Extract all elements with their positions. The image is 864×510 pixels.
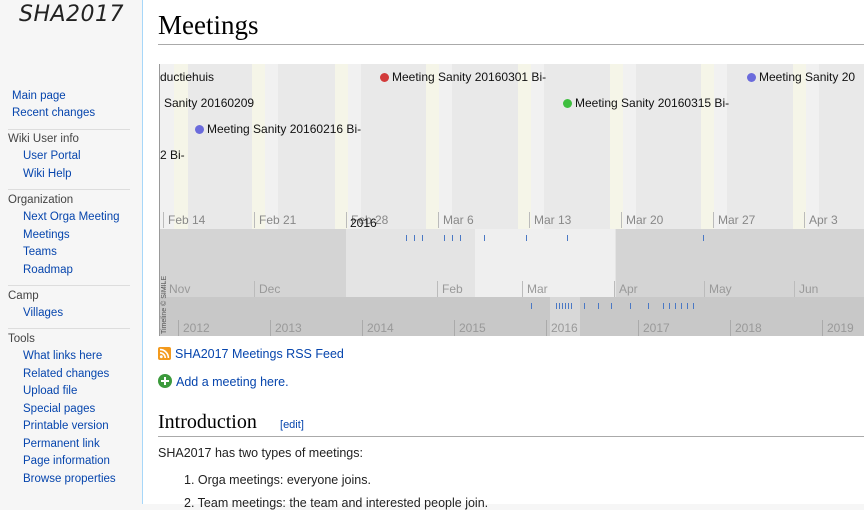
timeline-event[interactable]: 2 Bi- bbox=[160, 148, 185, 162]
add-icon bbox=[158, 374, 172, 388]
timeline-day-tick: Feb 14 bbox=[163, 212, 205, 228]
timeline-year-tick: 2015 bbox=[454, 320, 486, 336]
sidebar: SHA2017 Main page Recent changes Wiki Us… bbox=[0, 0, 142, 504]
site-logo[interactable]: SHA2017 bbox=[19, 2, 124, 27]
timeline-event[interactable]: Meeting Sanity 20 bbox=[747, 70, 855, 84]
blue-dot-icon bbox=[747, 73, 756, 82]
section-heading-wiki-user-info: Wiki User info bbox=[8, 133, 79, 145]
section-heading-camp: Camp bbox=[8, 290, 39, 302]
timeline-event[interactable]: Sanity 20160209 bbox=[164, 96, 254, 110]
nav-villages[interactable]: Villages bbox=[23, 307, 63, 319]
timeline-month-tick: Apr bbox=[614, 281, 638, 297]
nav-user-portal[interactable]: User Portal bbox=[23, 150, 81, 162]
main-content: Meetings ductiehuis Meeting Sanity 20160… bbox=[142, 0, 864, 510]
timeline-year-tick: 2017 bbox=[638, 320, 670, 336]
edit-section-link[interactable]: [edit] bbox=[280, 419, 304, 431]
nav-page-information[interactable]: Page information bbox=[23, 455, 110, 467]
nav-related-changes[interactable]: Related changes bbox=[23, 368, 109, 380]
timeline-year-tick: 2014 bbox=[362, 320, 394, 336]
section-underline bbox=[158, 436, 864, 437]
page-title: Meetings bbox=[158, 10, 259, 40]
nav-recent-changes[interactable]: Recent changes bbox=[12, 107, 95, 119]
section-heading-tools: Tools bbox=[8, 333, 35, 345]
timeline-month-tick: May bbox=[704, 281, 732, 297]
timeline-day-band[interactable]: ductiehuis Meeting Sanity 20160301 Bi- M… bbox=[160, 64, 864, 229]
list-item: 2. Team meetings: the team and intereste… bbox=[184, 496, 489, 510]
timeline-event[interactable]: Meeting Sanity 20160301 Bi- bbox=[380, 70, 546, 84]
timeline-year-tick: 2016 bbox=[546, 320, 578, 336]
timeline-year-band[interactable]: 2012 2013 2014 2015 2016 2017 2018 2019 bbox=[160, 297, 864, 336]
timeline-month-tick: Mar bbox=[522, 281, 548, 297]
add-meeting-link[interactable]: Add a meeting here. bbox=[158, 374, 289, 389]
timeline-day-tick: Mar 20 bbox=[621, 212, 663, 228]
timeline-year-tick: 2012 bbox=[178, 320, 210, 336]
timeline-widget[interactable]: ductiehuis Meeting Sanity 20160301 Bi- M… bbox=[159, 64, 864, 336]
timeline-month-tick: Jun bbox=[794, 281, 818, 297]
rss-icon bbox=[158, 347, 171, 360]
intro-text: SHA2017 has two types of meetings: bbox=[158, 446, 363, 460]
nav-meetings[interactable]: Meetings bbox=[23, 229, 70, 241]
sidebar-divider bbox=[8, 189, 130, 190]
sidebar-divider bbox=[8, 285, 130, 286]
sidebar-divider bbox=[8, 328, 130, 329]
timeline-event[interactable]: Meeting Sanity 20160315 Bi- bbox=[563, 96, 729, 110]
nav-roadmap[interactable]: Roadmap bbox=[23, 264, 73, 276]
timeline-event[interactable]: ductiehuis bbox=[160, 70, 214, 84]
timeline-year-tick: 2019 bbox=[822, 320, 854, 336]
timeline-day-tick: Mar 13 bbox=[529, 212, 571, 228]
red-dot-icon bbox=[380, 73, 389, 82]
nav-upload-file[interactable]: Upload file bbox=[23, 385, 77, 397]
nav-permanent-link[interactable]: Permanent link bbox=[23, 438, 100, 450]
timeline-event[interactable]: Meeting Sanity 20160216 Bi- bbox=[195, 122, 361, 136]
timeline-day-tick: Apr 3 bbox=[804, 212, 838, 228]
timeline-credit[interactable]: Timeline © SIMILE bbox=[161, 276, 168, 334]
nav-browse-properties[interactable]: Browse properties bbox=[23, 473, 116, 485]
blue-dot-icon bbox=[195, 125, 204, 134]
timeline-day-tick: Mar 6 bbox=[438, 212, 474, 228]
sidebar-divider bbox=[8, 129, 130, 130]
nav-wiki-help[interactable]: Wiki Help bbox=[23, 168, 72, 180]
nav-main-page[interactable]: Main page bbox=[12, 90, 66, 102]
timeline-month-band[interactable]: Nov Dec 2016 Feb Mar Apr May Jun bbox=[160, 216, 864, 297]
nav-teams[interactable]: Teams bbox=[23, 246, 57, 258]
nav-printable-version[interactable]: Printable version bbox=[23, 420, 109, 432]
green-dot-icon bbox=[563, 99, 572, 108]
nav-what-links-here[interactable]: What links here bbox=[23, 350, 102, 362]
timeline-year-tick: 2013 bbox=[270, 320, 302, 336]
timeline-month-tick: Feb bbox=[437, 281, 463, 297]
rss-feed-link[interactable]: SHA2017 Meetings RSS Feed bbox=[158, 347, 344, 361]
timeline-day-tick: Feb 21 bbox=[254, 212, 296, 228]
nav-special-pages[interactable]: Special pages bbox=[23, 403, 95, 415]
list-item: 1. Orga meetings: everyone joins. bbox=[184, 473, 371, 487]
timeline-month-tick: Dec bbox=[254, 281, 280, 297]
timeline-year-marker: 2016 bbox=[350, 216, 377, 230]
timeline-year-tick: 2018 bbox=[730, 320, 762, 336]
title-underline bbox=[158, 44, 864, 45]
nav-next-orga-meeting[interactable]: Next Orga Meeting bbox=[23, 211, 120, 223]
timeline-day-tick: Mar 27 bbox=[713, 212, 755, 228]
section-heading-organization: Organization bbox=[8, 194, 74, 206]
section-heading-introduction: Introduction bbox=[158, 411, 257, 433]
edit-link[interactable]: edit bbox=[283, 419, 301, 431]
